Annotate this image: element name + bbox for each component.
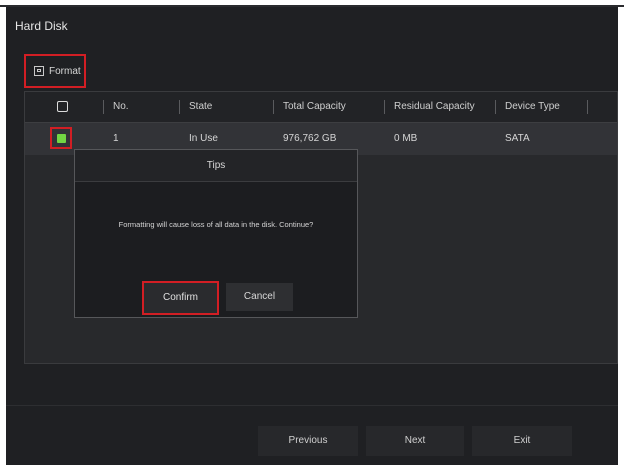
- cell-residual-capacity: 0 MB: [394, 133, 418, 144]
- cancel-button[interactable]: Cancel: [226, 283, 293, 311]
- next-button[interactable]: Next: [366, 426, 464, 456]
- table-header: No. State Total Capacity Residual Capaci…: [25, 92, 617, 123]
- row-checkbox[interactable]: [57, 134, 66, 143]
- confirm-button[interactable]: Confirm: [142, 281, 219, 315]
- column-header-no: No.: [113, 101, 129, 112]
- footer-divider: [6, 405, 618, 406]
- dialog-title: Tips: [75, 150, 357, 182]
- column-divider: [587, 100, 588, 114]
- column-header-residual-capacity: Residual Capacity: [394, 101, 475, 112]
- dialog-message: Formatting will cause loss of all data i…: [118, 220, 314, 229]
- top-strip: [0, 0, 624, 7]
- column-divider: [495, 100, 496, 114]
- previous-button[interactable]: Previous: [258, 426, 358, 456]
- column-header-state: State: [189, 101, 213, 112]
- format-disk-icon: [34, 66, 44, 76]
- column-divider: [384, 100, 385, 114]
- row-checkbox-highlight[interactable]: [50, 127, 72, 149]
- column-divider: [273, 100, 274, 114]
- exit-button[interactable]: Exit: [472, 426, 572, 456]
- column-header-total-capacity: Total Capacity: [283, 101, 346, 112]
- column-header-device-type: Device Type: [505, 101, 560, 112]
- format-confirm-dialog: Tips Formatting will cause loss of all d…: [74, 149, 358, 318]
- cell-device-type: SATA: [505, 133, 530, 144]
- column-divider: [179, 100, 180, 114]
- column-divider: [103, 100, 104, 114]
- format-button[interactable]: Format: [24, 54, 86, 88]
- page-title: Hard Disk: [15, 19, 68, 33]
- hard-disk-window: Hard Disk Format No. State Total Capacit…: [6, 7, 618, 465]
- select-all-checkbox[interactable]: [57, 101, 68, 112]
- format-button-label: Format: [49, 65, 81, 77]
